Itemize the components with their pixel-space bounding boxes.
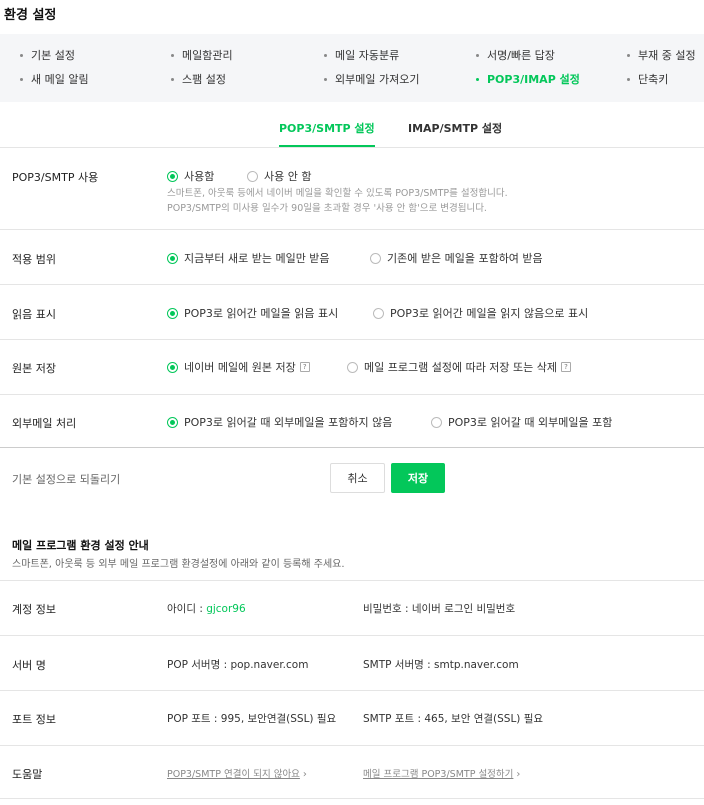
radio-unchecked-icon [373, 307, 384, 319]
radio-scope-include-existing[interactable]: 기존에 받은 메일을 포함하여 받음 [370, 250, 543, 266]
guide-label: 도움말 [12, 768, 43, 781]
radio-unchecked-icon [431, 416, 442, 428]
guide-row-account: 계정 정보 아이디 : gjcor96 비밀번호 : 네이버 로그인 비밀번호 [0, 580, 704, 635]
radio-unchecked-icon [347, 361, 358, 373]
radio-external-include[interactable]: POP3로 읽어갈 때 외부메일을 포함 [431, 414, 612, 430]
radio-unchecked-icon [247, 170, 258, 182]
setting-label: POP3/SMTP 사용 [12, 171, 99, 184]
divider [0, 798, 704, 799]
guide-row-port: 포트 정보 POP 포트 : 995, 보안연결(SSL) 필요 SMTP 포트… [0, 690, 704, 745]
pop-port: POP 포트 : 995, 보안연결(SSL) 필요 [167, 713, 337, 725]
setting-row-scope: 적용 범위 지금부터 새로 받는 메일만 받음 기존에 받은 메일을 포함하여 … [0, 229, 704, 284]
setting-row-external: 외부메일 처리 POP3로 읽어갈 때 외부메일을 포함하지 않음 POP3로 … [0, 394, 704, 448]
menu-item-external-import[interactable]: 외부메일 가져오기 [324, 71, 419, 87]
usage-description-1: 스마트폰, 아웃룩 등에서 네이버 메일을 확인할 수 있도록 POP3/SMT… [167, 188, 508, 199]
help-link-connection[interactable]: POP3/SMTP 연결이 되지 않아요 › [167, 766, 307, 780]
radio-checked-icon [167, 361, 178, 373]
radio-read-mark-unread[interactable]: POP3로 읽어간 메일을 읽지 않음으로 표시 [373, 305, 588, 321]
tab-imap-smtp[interactable]: IMAP/SMTP 설정 [408, 120, 502, 145]
menu-item-signature[interactable]: 서명/빠른 답장 [476, 47, 555, 63]
radio-scope-new-only[interactable]: 지금부터 새로 받는 메일만 받음 [167, 250, 330, 266]
guide-title: 메일 프로그램 환경 설정 안내 [12, 539, 149, 552]
guide-label: 서버 명 [12, 659, 46, 672]
menu-item-new-mail-alert[interactable]: 새 메일 알림 [20, 71, 89, 87]
radio-usage-on[interactable]: 사용함 [167, 168, 214, 184]
radio-checked-icon [167, 416, 178, 428]
reset-defaults-link[interactable]: 기본 설정으로 되돌리기 [12, 471, 120, 487]
setting-label: 적용 범위 [12, 253, 56, 266]
radio-checked-icon [167, 307, 178, 319]
guide-row-help: 도움말 POP3/SMTP 연결이 되지 않아요 › 메일 프로그램 POP3/S… [0, 745, 704, 798]
account-id-value: gjcor96 [206, 603, 246, 615]
menu-item-spam[interactable]: 스팸 설정 [171, 71, 226, 87]
guide-label: 계정 정보 [12, 603, 56, 616]
radio-external-exclude[interactable]: POP3로 읽어갈 때 외부메일을 포함하지 않음 [167, 414, 392, 430]
menu-item-basic[interactable]: 기본 설정 [20, 47, 75, 63]
guide-label: 포트 정보 [12, 713, 56, 726]
radio-checked-icon [167, 252, 178, 264]
menu-item-auto-sort[interactable]: 메일 자동분류 [324, 47, 399, 63]
help-icon[interactable]: ? [299, 362, 310, 372]
menu-item-absence[interactable]: 부재 중 설정 [627, 47, 696, 63]
save-button[interactable]: 저장 [391, 463, 445, 493]
setting-row-usage: POP3/SMTP 사용 사용함 사용 안 함 스마트폰, 아웃룩 등에서 네이… [0, 147, 704, 229]
radio-checked-icon [167, 170, 178, 182]
cancel-button[interactable]: 취소 [330, 463, 385, 493]
page-title: 환경 설정 [4, 8, 57, 23]
setting-row-keep: 원본 저장 네이버 메일에 원본 저장? 메일 프로그램 설정에 따라 저장 또… [0, 339, 704, 394]
guide-row-server: 서버 명 POP 서버명 : pop.naver.com SMTP 서버명 : … [0, 635, 704, 690]
setting-label: 원본 저장 [12, 362, 56, 375]
smtp-server: SMTP 서버명 : smtp.naver.com [363, 659, 519, 671]
protocol-tabs: POP3/SMTP 설정 IMAP/SMTP 설정 [0, 112, 704, 148]
pop-server: POP 서버명 : pop.naver.com [167, 659, 309, 671]
divider [0, 447, 704, 448]
tab-pop3-smtp[interactable]: POP3/SMTP 설정 [279, 120, 375, 147]
chevron-right-icon: › [302, 769, 307, 780]
menu-item-mailbox[interactable]: 메일함관리 [171, 47, 233, 63]
radio-read-mark-read[interactable]: POP3로 읽어간 메일을 읽음 표시 [167, 305, 338, 321]
guide-description: 스마트폰, 아웃룩 등 외부 메일 프로그램 환경설정에 아래와 같이 등록해 … [12, 559, 345, 570]
radio-keep-original[interactable]: 네이버 메일에 원본 저장? [167, 359, 310, 375]
menu-item-pop3-imap[interactable]: POP3/IMAP 설정 [476, 71, 580, 87]
settings-menu: 기본 설정 메일함관리 메일 자동분류 서명/빠른 답장 부재 중 설정 새 메… [0, 34, 704, 102]
setting-label: 외부메일 처리 [12, 417, 77, 430]
setting-row-read: 읽음 표시 POP3로 읽어간 메일을 읽음 표시 POP3로 읽어간 메일을 … [0, 284, 704, 339]
account-password: 비밀번호 : 네이버 로그인 비밀번호 [363, 603, 516, 615]
smtp-port: SMTP 포트 : 465, 보안 연결(SSL) 필요 [363, 713, 544, 725]
radio-usage-off[interactable]: 사용 안 함 [247, 168, 311, 184]
usage-description-2: POP3/SMTP의 미사용 일수가 90일을 초과할 경우 '사용 안 함'으… [167, 203, 487, 214]
help-icon[interactable]: ? [561, 362, 572, 372]
help-link-program-setup[interactable]: 메일 프로그램 POP3/SMTP 설정하기 › [363, 766, 520, 780]
radio-keep-by-program[interactable]: 메일 프로그램 설정에 따라 저장 또는 삭제? [347, 359, 572, 375]
chevron-right-icon: › [516, 769, 521, 780]
menu-item-shortcuts[interactable]: 단축키 [627, 71, 668, 87]
account-id: 아이디 : gjcor96 [167, 603, 246, 615]
radio-unchecked-icon [370, 252, 381, 264]
setting-label: 읽음 표시 [12, 308, 56, 321]
